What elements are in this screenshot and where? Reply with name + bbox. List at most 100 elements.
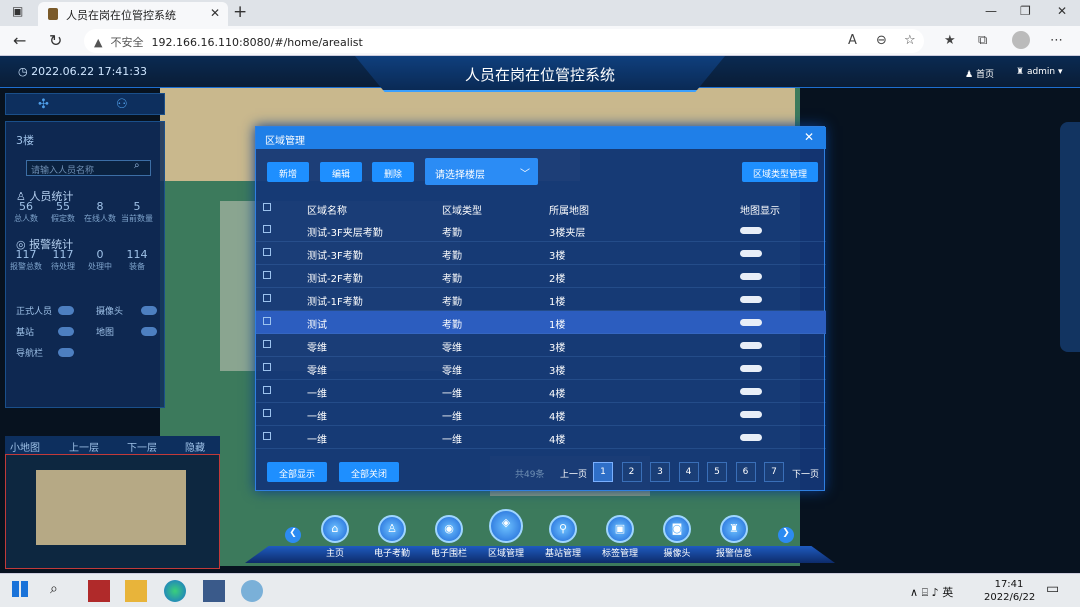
map-display-toggle[interactable] xyxy=(740,319,762,326)
favorites-icon[interactable]: ★ xyxy=(944,33,956,48)
map-display-toggle[interactable] xyxy=(740,296,762,303)
minimap-control[interactable]: 隐藏 xyxy=(185,439,205,454)
layer-toggle-switch[interactable] xyxy=(141,327,157,336)
map-display-toggle[interactable] xyxy=(740,365,762,372)
row-checkbox[interactable] xyxy=(263,294,271,302)
edge-browser-icon[interactable] xyxy=(164,580,186,602)
page-button[interactable]: 4 xyxy=(678,462,699,482)
new-tab-icon[interactable]: + xyxy=(233,2,247,22)
layer-toggle-switch[interactable] xyxy=(58,348,74,357)
more-icon[interactable]: ⋯ xyxy=(1050,33,1063,48)
fan-icon[interactable]: ✣ xyxy=(38,97,49,112)
delete-button[interactable]: 删除 xyxy=(372,162,414,182)
table-row[interactable]: 零维 零维 3楼 xyxy=(256,357,826,380)
table-row[interactable]: 测试-3F考勤 考勤 3楼 xyxy=(256,242,826,265)
row-checkbox[interactable] xyxy=(263,248,271,256)
map-display-toggle[interactable] xyxy=(740,411,762,418)
page-button[interactable]: 6 xyxy=(735,462,756,482)
close-all-button[interactable]: 全部关闭 xyxy=(339,462,399,482)
read-aloud-icon[interactable]: A xyxy=(848,33,857,48)
dialog-close-icon[interactable]: ✕ xyxy=(804,130,814,144)
search-icon[interactable]: ⌕ xyxy=(50,581,58,597)
page-button[interactable]: 2 xyxy=(621,462,642,482)
zoom-icon[interactable]: ⊖ xyxy=(876,33,887,48)
user-menu[interactable]: ♜ admin ▾ xyxy=(1016,67,1063,77)
toolbar-fence-button[interactable]: ◉ 电子围栏 xyxy=(424,506,474,559)
browser-tab[interactable]: 人员在岗在位管控系统 ✕ xyxy=(38,2,228,26)
map-display-toggle[interactable] xyxy=(740,227,762,234)
window-close-icon[interactable]: ✕ xyxy=(1057,4,1067,18)
tab-close-icon[interactable]: ✕ xyxy=(210,6,220,20)
prev-page[interactable]: 上一页 xyxy=(560,467,587,480)
table-row[interactable]: 测试-3F夹层考勤 考勤 3楼夹层 xyxy=(256,219,826,242)
row-checkbox[interactable] xyxy=(263,386,271,394)
row-checkbox[interactable] xyxy=(263,225,271,233)
floor-select[interactable]: 请选择楼层 ﹀ xyxy=(425,158,538,185)
remote-desktop-icon[interactable] xyxy=(203,580,225,602)
page-button[interactable]: 5 xyxy=(707,462,727,482)
url-field[interactable]: ▲ 不安全 192.166.16.110:8080/#/home/arealist xyxy=(84,29,924,53)
table-row[interactable]: 一维 一维 4楼 xyxy=(256,426,826,449)
app-icon[interactable] xyxy=(241,580,263,602)
row-checkbox[interactable] xyxy=(263,317,271,325)
tab-actions-icon[interactable]: ▣ xyxy=(12,4,23,18)
add-favorite-icon[interactable]: ☆ xyxy=(904,33,916,48)
minimize-icon[interactable]: — xyxy=(985,4,997,18)
person-icon[interactable]: ⚇ xyxy=(116,97,128,112)
show-all-button[interactable]: 全部显示 xyxy=(267,462,327,482)
minimap[interactable] xyxy=(5,454,220,569)
map-display-toggle[interactable] xyxy=(740,273,762,280)
map-display-toggle[interactable] xyxy=(740,434,762,441)
row-checkbox[interactable] xyxy=(263,409,271,417)
table-row[interactable]: 测试-1F考勤 考勤 1楼 xyxy=(256,288,826,311)
collections-icon[interactable]: ⧉ xyxy=(978,33,987,48)
toolbar-prev-icon[interactable]: ❮ xyxy=(285,527,301,543)
add-button[interactable]: 新增 xyxy=(267,162,309,182)
toolbar-next-icon[interactable]: ❯ xyxy=(778,527,794,543)
map-display-toggle[interactable] xyxy=(740,342,762,349)
notification-icon[interactable]: ▭ xyxy=(1046,581,1059,597)
windows-start-icon[interactable] xyxy=(12,581,28,597)
refresh-icon[interactable]: ↻ xyxy=(49,31,62,50)
page-button[interactable]: 1 xyxy=(593,462,613,482)
toolbar-tag-button[interactable]: ▣ 标签管理 xyxy=(595,506,645,559)
toolbar-layers-button[interactable]: ◈ 区域管理 xyxy=(481,506,531,559)
minimap-control[interactable]: 小地图 xyxy=(10,439,40,454)
file-explorer-icon[interactable] xyxy=(125,580,147,602)
system-tray[interactable]: ∧ ⌸ ♪ 英 xyxy=(910,584,953,600)
layer-toggle-switch[interactable] xyxy=(58,327,74,336)
toolbar-antenna-button[interactable]: ⚲ 基站管理 xyxy=(538,506,588,559)
restore-icon[interactable]: ❐ xyxy=(1020,4,1031,18)
toolbar-home-button[interactable]: ⌂ 主页 xyxy=(310,506,360,559)
row-checkbox[interactable] xyxy=(263,432,271,440)
map-display-toggle[interactable] xyxy=(740,250,762,257)
table-row[interactable]: 一维 一维 4楼 xyxy=(256,403,826,426)
person-search-input[interactable]: 请输入人员名称 xyxy=(26,160,151,176)
right-side-panel-toggle[interactable] xyxy=(1060,122,1080,352)
winrar-icon[interactable] xyxy=(88,580,110,602)
layer-toggle-switch[interactable] xyxy=(58,306,74,315)
table-row[interactable]: 测试 考勤 1楼 xyxy=(256,311,826,334)
toolbar-user-check-button[interactable]: ♙ 电子考勤 xyxy=(367,506,417,559)
profile-avatar[interactable] xyxy=(1012,31,1030,49)
select-all-checkbox[interactable] xyxy=(263,203,271,211)
back-icon[interactable]: ← xyxy=(13,31,26,50)
map-display-toggle[interactable] xyxy=(740,388,762,395)
minimap-control[interactable]: 上一层 xyxy=(69,439,99,454)
ime-indicator[interactable]: 英 xyxy=(942,586,953,599)
area-type-manage-button[interactable]: 区域类型管理 xyxy=(742,162,818,182)
row-checkbox[interactable] xyxy=(263,363,271,371)
edit-button[interactable]: 编辑 xyxy=(320,162,362,182)
table-row[interactable]: 测试-2F考勤 考勤 2楼 xyxy=(256,265,826,288)
page-button[interactable]: 3 xyxy=(650,462,670,482)
row-checkbox[interactable] xyxy=(263,340,271,348)
page-button[interactable]: 7 xyxy=(764,462,784,482)
minimap-control[interactable]: 下一层 xyxy=(127,439,157,454)
table-row[interactable]: 零维 零维 3楼 xyxy=(256,334,826,357)
table-row[interactable]: 一维 一维 4楼 xyxy=(256,380,826,403)
next-page[interactable]: 下一页 xyxy=(792,467,819,480)
layer-toggle-switch[interactable] xyxy=(141,306,157,315)
taskbar-clock[interactable]: 17:41 2022/6/22 xyxy=(984,578,1035,604)
toolbar-camera-button[interactable]: ◙ 摄像头 xyxy=(652,506,702,559)
home-link[interactable]: ♟ 首页 xyxy=(965,67,994,80)
